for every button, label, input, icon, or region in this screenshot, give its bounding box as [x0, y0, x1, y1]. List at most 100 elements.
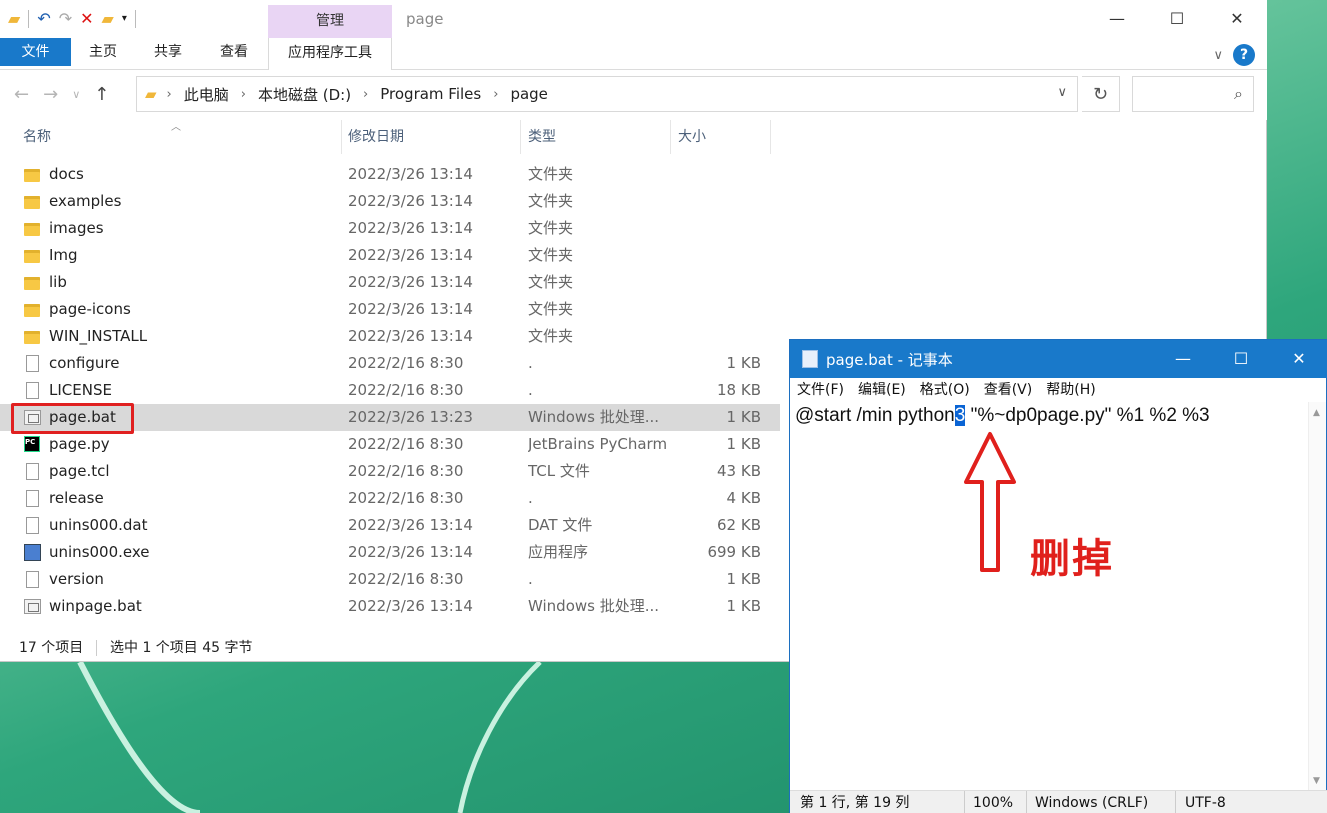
tab-share[interactable]: 共享: [140, 38, 196, 66]
tab-view[interactable]: 查看: [206, 38, 262, 66]
file-size: 18 KB: [717, 381, 761, 399]
file-row[interactable]: images 2022/3/26 13:14 文件夹: [0, 215, 780, 242]
file-row[interactable]: page-icons 2022/3/26 13:14 文件夹: [0, 296, 780, 323]
address-bar[interactable]: ▰ › 此电脑 › 本地磁盘 (D:) › Program Files › pa…: [136, 76, 1078, 112]
file-row[interactable]: page.py 2022/2/16 8:30 JetBrains PyCharm 1 …: [0, 431, 780, 458]
new-folder-icon[interactable]: ▰: [102, 8, 114, 30]
file-icon: [26, 382, 39, 399]
notepad-maximize-button[interactable]: ☐: [1212, 340, 1270, 378]
delete-icon[interactable]: ✕: [80, 8, 93, 30]
folder-icon: [24, 196, 40, 209]
back-arrow-icon[interactable]: ←: [14, 84, 29, 106]
file-row[interactable]: Img 2022/3/26 13:14 文件夹: [0, 242, 780, 269]
file-date: 2022/3/26 13:14: [348, 192, 473, 210]
recent-locations-icon[interactable]: ∨: [72, 84, 80, 106]
explorer-titlebar: ▰ ↶ ↷ ✕ ▰ ▾ 管理 page — ☐ ✕: [0, 0, 1267, 38]
notepad-close-button[interactable]: ✕: [1270, 340, 1327, 378]
scroll-down-icon[interactable]: ▼: [1313, 776, 1320, 786]
menu-file[interactable]: 文件(F): [797, 378, 844, 402]
file-row[interactable]: unins000.exe 2022/3/26 13:14 应用程序 699 KB: [0, 539, 780, 566]
search-icon: ⌕: [1234, 84, 1243, 103]
file-type: .: [528, 489, 533, 507]
file-row[interactable]: winpage.bat 2022/3/26 13:14 Windows 批处理...…: [0, 593, 780, 620]
forward-arrow-icon[interactable]: →: [43, 84, 58, 106]
file-name: page.py: [49, 435, 110, 453]
scroll-up-icon[interactable]: ▲: [1313, 408, 1320, 418]
file-row[interactable]: LICENSE 2022/2/16 8:30. 18 KB: [0, 377, 780, 404]
breadcrumb-drive-d[interactable]: 本地磁盘 (D:): [258, 84, 351, 105]
tab-app-tools[interactable]: 应用程序工具: [268, 38, 392, 70]
file-name: version: [49, 570, 104, 588]
breadcrumb-program-files[interactable]: Program Files: [380, 85, 481, 103]
file-date: 2022/3/26 13:14: [348, 300, 473, 318]
maximize-button[interactable]: ☐: [1147, 0, 1207, 38]
column-type[interactable]: 类型: [520, 120, 671, 154]
file-row[interactable]: release 2022/2/16 8:30. 4 KB: [0, 485, 780, 512]
file-type: .: [528, 381, 533, 399]
breadcrumb-page[interactable]: page: [510, 85, 547, 103]
column-size[interactable]: 大小: [670, 120, 771, 154]
notepad-title: page.bat - 记事本: [826, 351, 953, 369]
tab-home[interactable]: 主页: [78, 38, 128, 66]
file-date: 2022/3/26 13:14: [348, 327, 473, 345]
file-row[interactable]: page.tcl 2022/2/16 8:30 TCL 文件 43 KB: [0, 458, 780, 485]
customize-dropdown-icon[interactable]: ▾: [122, 8, 127, 30]
file-row[interactable]: examples 2022/3/26 13:14 文件夹: [0, 188, 780, 215]
tab-file[interactable]: 文件: [0, 38, 71, 66]
up-arrow-icon[interactable]: ↑: [94, 84, 109, 106]
item-count: 17 个项目: [19, 640, 84, 656]
file-type: DAT 文件: [528, 516, 593, 534]
file-type: .: [528, 354, 533, 372]
expand-ribbon-icon[interactable]: ∨: [1213, 48, 1223, 63]
menu-edit[interactable]: 编辑(E): [858, 378, 906, 402]
file-name: LICENSE: [49, 381, 112, 399]
column-date[interactable]: 修改日期: [340, 120, 521, 154]
column-name[interactable]: 名称: [15, 120, 342, 154]
file-icon: [26, 571, 39, 588]
line-ending: Windows (CRLF): [1035, 795, 1149, 811]
file-row[interactable]: lib 2022/3/26 13:14 文件夹: [0, 269, 780, 296]
file-name: lib: [49, 273, 67, 291]
file-name: configure: [49, 354, 120, 372]
notepad-text-area[interactable]: @start /min python3 "%~dp0page.py" %1 %2…: [790, 402, 1310, 792]
refresh-icon[interactable]: ↻: [1082, 76, 1120, 112]
file-name: page-icons: [49, 300, 131, 318]
menu-view[interactable]: 查看(V): [984, 378, 1033, 402]
close-button[interactable]: ✕: [1207, 0, 1267, 38]
file-name: docs: [49, 165, 84, 183]
file-name: Img: [49, 246, 78, 264]
file-type: Windows 批处理...: [528, 597, 660, 615]
file-icon: [26, 355, 39, 372]
notepad-status-bar: 第 1 行, 第 19 列 100% Windows (CRLF) UTF-8: [790, 790, 1327, 813]
file-date: 2022/3/26 13:14: [348, 543, 473, 561]
notepad-minimize-button[interactable]: —: [1154, 340, 1212, 378]
menu-help[interactable]: 帮助(H): [1046, 378, 1095, 402]
file-row[interactable]: version 2022/2/16 8:30. 1 KB: [0, 566, 780, 593]
notepad-icon: [802, 350, 818, 368]
file-date: 2022/3/26 13:14: [348, 273, 473, 291]
annotation-arrow-icon: [964, 432, 1016, 572]
file-list: docs 2022/3/26 13:14 文件夹 examples 2022/3/26 …: [0, 161, 780, 620]
search-input[interactable]: ⌕: [1132, 76, 1254, 112]
notepad-scrollbar[interactable]: ▲ ▼: [1308, 402, 1326, 792]
folder-icon: [24, 169, 40, 182]
file-name: unins000.dat: [49, 516, 148, 534]
file-row[interactable]: WIN_INSTALL 2022/3/26 13:14 文件夹: [0, 323, 780, 350]
breadcrumb-this-pc[interactable]: 此电脑: [184, 84, 229, 105]
minimize-button[interactable]: —: [1087, 0, 1147, 38]
quick-access-toolbar: ▰ ↶ ↷ ✕ ▰ ▾: [8, 8, 136, 30]
file-row[interactable]: docs 2022/3/26 13:14 文件夹: [0, 161, 780, 188]
ribbon-tabs: 文件 主页 共享 查看 应用程序工具 ∨ ?: [0, 38, 1267, 70]
code-line: @start /min python3 "%~dp0page.py" %1 %2…: [795, 405, 1210, 427]
redo-icon[interactable]: ↷: [59, 8, 72, 30]
help-icon[interactable]: ?: [1233, 44, 1255, 66]
context-tab-manage: 管理: [268, 5, 392, 38]
file-row[interactable]: configure 2022/2/16 8:30. 1 KB: [0, 350, 780, 377]
column-header: ︿ 名称 修改日期 类型 大小: [0, 120, 780, 154]
undo-icon[interactable]: ↶: [37, 8, 50, 30]
file-row[interactable]: unins000.dat 2022/3/26 13:14 DAT 文件 62 KB: [0, 512, 780, 539]
text-after-selection: "%~dp0page.py" %1 %2 %3: [965, 405, 1210, 426]
address-dropdown-icon[interactable]: ∨: [1057, 85, 1067, 100]
menu-format[interactable]: 格式(O): [920, 378, 970, 402]
file-type: 文件夹: [528, 165, 574, 183]
